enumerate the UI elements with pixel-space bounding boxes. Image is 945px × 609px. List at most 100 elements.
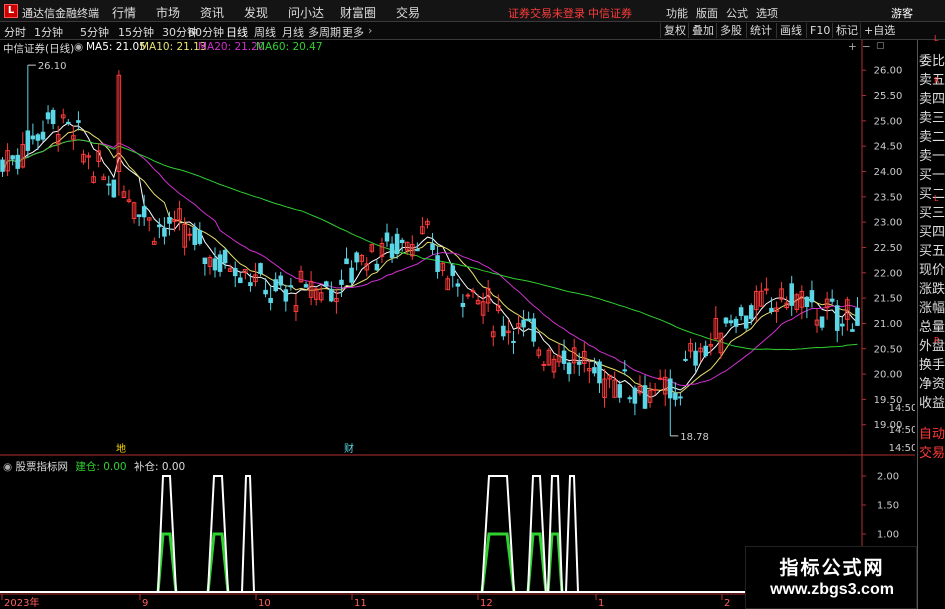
candle-body — [683, 358, 688, 361]
candle-body — [592, 367, 597, 374]
candle-body — [566, 362, 572, 375]
indicator-jc-value: 建仓: 0.00 — [75, 461, 127, 473]
candle-body — [238, 277, 243, 284]
price-label-7: 22.50 — [874, 243, 903, 254]
side-marker-3: R — [934, 336, 940, 345]
x-label-6: 2 — [724, 598, 730, 609]
candle-body — [192, 226, 198, 245]
candle-body — [45, 112, 51, 120]
candle-body — [855, 307, 860, 326]
candle-body — [521, 319, 526, 328]
side-label-18: 收益 — [919, 396, 945, 411]
candle-body — [384, 232, 390, 242]
candle-body — [840, 323, 845, 327]
candle-body — [430, 243, 435, 250]
candle-body — [541, 363, 547, 366]
candle-body — [258, 263, 263, 274]
time-label-0: 14:50 — [889, 403, 915, 414]
candle-body — [642, 385, 648, 409]
x-label-3: 11 — [354, 598, 367, 609]
side-marker-2: L — [934, 194, 939, 203]
candle-body — [217, 254, 223, 272]
side-label-2: 卖四 — [919, 92, 945, 107]
candle-body — [66, 121, 71, 124]
watermark-url: www.zbgs3.com — [770, 581, 894, 598]
side-label-19[interactable]: 自动 — [919, 425, 945, 444]
candle-body — [167, 216, 172, 224]
indicator-header: ◉ 股票指标网 建仓: 0.00 补仓: 0.00 — [3, 459, 185, 474]
kline-chart[interactable]: 26.00 25.50 25.00 24.50 24.00 23.50 23.00 22.50… — [0, 0, 915, 609]
signal-pulse-6 — [565, 475, 579, 593]
candle-body — [283, 289, 289, 302]
ind-axis-label-0: 2.00 — [877, 472, 899, 483]
candle-body — [804, 296, 810, 307]
candle-body — [829, 298, 835, 302]
candle-body — [10, 155, 15, 160]
candle-body — [501, 325, 506, 337]
price-label-0: 26.00 — [874, 66, 903, 77]
candle-body — [511, 340, 516, 343]
ind-axis-label-1: 1.50 — [877, 501, 899, 512]
price-label-10: 21.00 — [874, 319, 903, 330]
price-label-2: 25.00 — [874, 116, 903, 127]
price-label-4: 24.00 — [874, 167, 903, 178]
side-label-20[interactable]: 交易 — [919, 444, 945, 463]
side-label-3: 卖三 — [919, 111, 945, 126]
candle-body — [76, 120, 81, 123]
side-label-13: 涨幅 — [919, 301, 945, 316]
side-label-17: 净资 — [919, 377, 945, 392]
candle-body — [324, 281, 329, 287]
candle-body — [136, 214, 142, 217]
signal-fill-3 — [480, 532, 516, 593]
candle-body — [738, 307, 744, 317]
x-label-0: 2023年 — [4, 596, 39, 609]
candle-body — [743, 315, 749, 329]
candle-body — [728, 320, 734, 324]
candle-body — [339, 279, 344, 285]
side-marker-0: L — [934, 34, 939, 43]
candle-body — [652, 388, 658, 391]
candle-body — [399, 239, 405, 244]
candle-body — [268, 297, 273, 304]
x-label-4: 12 — [480, 598, 493, 609]
candle-body — [344, 258, 349, 265]
candle-body — [273, 279, 278, 292]
candle-body — [263, 289, 268, 295]
candle-body — [354, 252, 359, 263]
price-label-9: 21.50 — [874, 294, 903, 305]
time-label-2: 14:50 — [889, 443, 915, 454]
price-label-1: 25.50 — [874, 91, 903, 102]
side-label-16: 换手 — [919, 358, 945, 373]
candle-body — [157, 224, 162, 228]
candle-body — [673, 392, 678, 400]
candle-body — [435, 255, 440, 272]
candle-body — [349, 267, 354, 283]
candle-body — [617, 384, 622, 398]
price-label-3: 24.50 — [874, 142, 903, 153]
indicator-icon[interactable]: ◉ — [3, 461, 12, 473]
ma-line-0 — [2, 122, 858, 398]
price-label-12: 20.00 — [874, 370, 903, 381]
ma-line-2 — [2, 139, 858, 387]
candle-body — [389, 243, 395, 258]
candle-body — [576, 361, 582, 365]
candle-body — [415, 248, 420, 252]
candle-body — [526, 318, 531, 322]
candle-body — [187, 233, 192, 236]
candle-body — [30, 135, 36, 140]
candle-body — [35, 134, 41, 141]
candle-body — [329, 288, 334, 302]
side-marker-1: R — [934, 76, 940, 85]
price-label-11: 20.50 — [874, 344, 903, 355]
candles — [0, 65, 860, 436]
candle-body — [278, 275, 284, 286]
x-label-5: 1 — [598, 598, 604, 609]
price-label-8: 22.00 — [874, 268, 903, 279]
side-label-0: 委比 — [919, 54, 945, 69]
indicator-name[interactable]: 股票指标网 — [16, 461, 69, 473]
candle-body — [819, 316, 825, 328]
candle-body — [850, 329, 855, 332]
candle-body — [460, 302, 466, 308]
candle-body — [561, 350, 567, 364]
candle-body — [450, 265, 456, 276]
